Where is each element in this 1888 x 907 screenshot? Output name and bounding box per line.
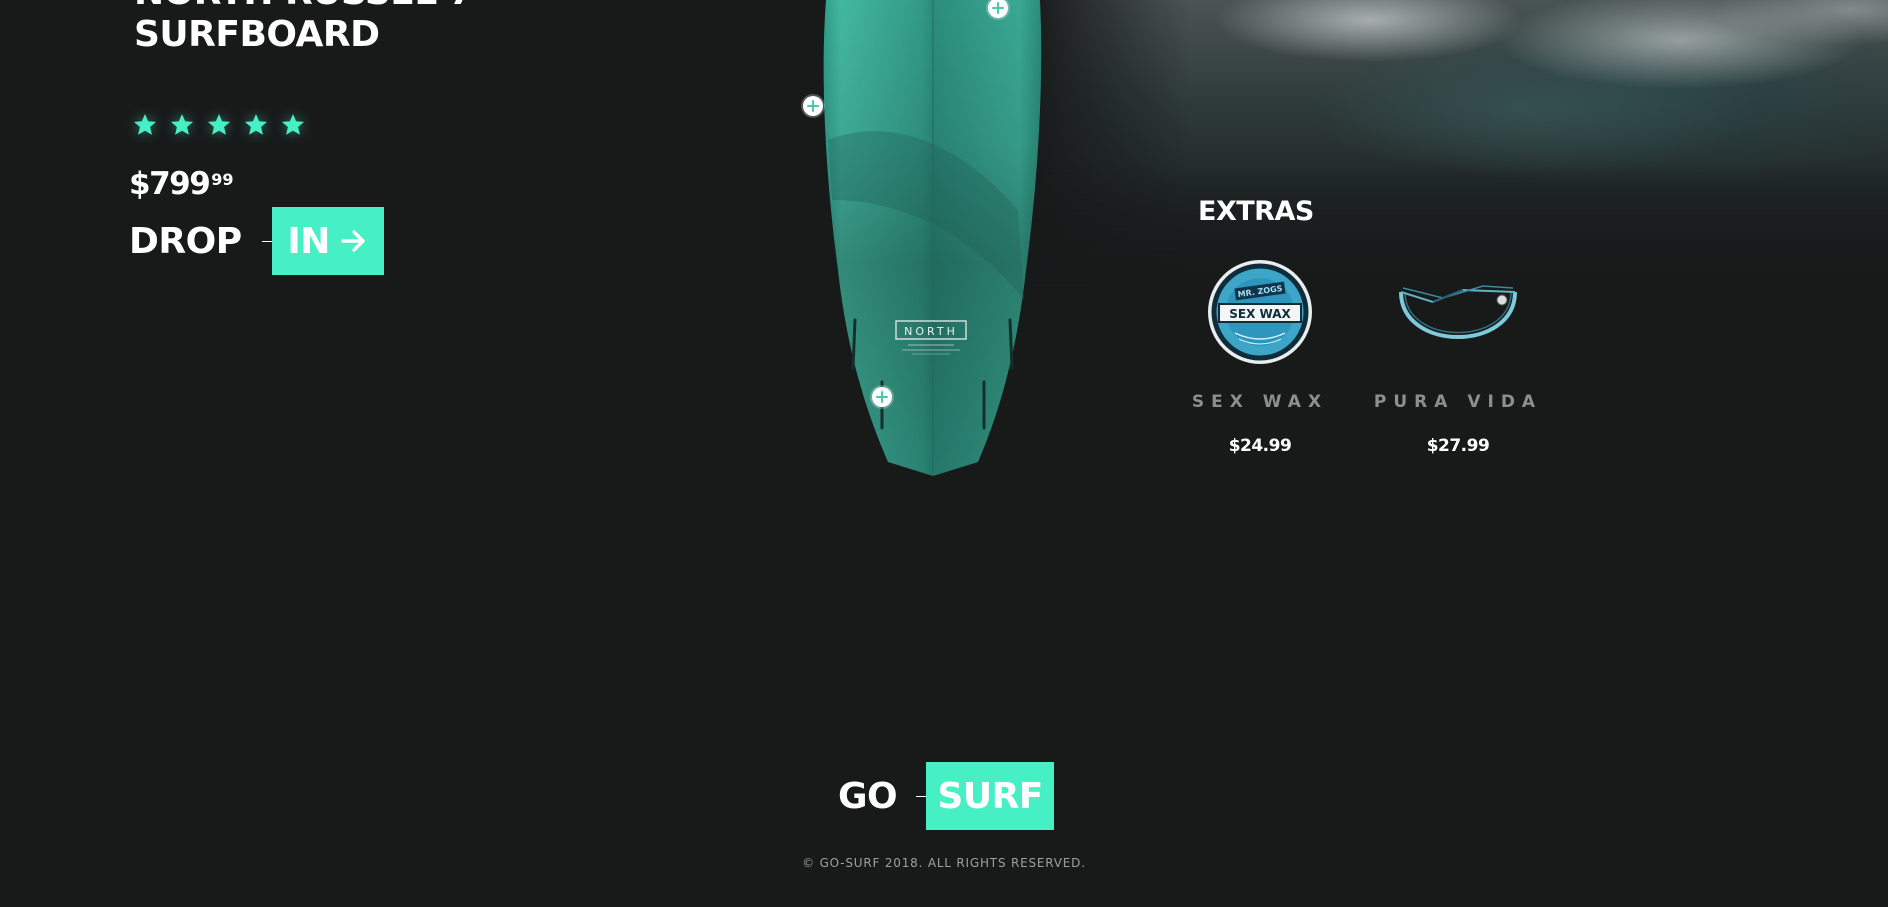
product-title-line1: NORTH RUSSEL 7' <box>134 0 484 13</box>
svg-text:NORTH: NORTH <box>904 325 958 338</box>
star-icon <box>281 113 305 135</box>
plus-icon <box>992 2 1004 14</box>
drop-in-button[interactable]: IN <box>271 207 384 275</box>
pura-vida-image <box>1358 252 1558 372</box>
extra-item-sex-wax[interactable]: SEX WAX MR. ZOGS SEX WAX $24.99 <box>1160 252 1360 456</box>
plus-icon <box>876 391 888 403</box>
product-title-line2: SURFBOARD <box>134 14 380 55</box>
star-icon <box>244 113 268 135</box>
footer-logo-box: SURF <box>926 762 1055 830</box>
extras-title: EXTRAS <box>1198 196 1314 227</box>
star-icon <box>170 113 194 135</box>
star-icon <box>133 113 157 135</box>
footer-logo-surf: SURF <box>937 775 1043 817</box>
star-icon <box>207 113 231 135</box>
footer-logo-dash <box>916 795 927 797</box>
extra-item-pura-vida[interactable]: PURA VIDA $27.99 <box>1358 252 1558 456</box>
pura-vida-bracelet <box>1399 285 1517 339</box>
copyright-text: © GO-SURF 2018. ALL RIGHTS RESERVED. <box>802 856 1086 870</box>
cta-dash <box>261 240 272 242</box>
plus-icon <box>807 100 819 112</box>
surfboard-image: NORTH <box>823 0 1042 476</box>
extra-name: PURA VIDA <box>1373 392 1543 412</box>
footer-logo[interactable]: GO SURF <box>838 762 1055 830</box>
rating-stars <box>132 112 306 138</box>
sex-wax-image: SEX WAX MR. ZOGS <box>1160 252 1360 372</box>
extra-price: $24.99 <box>1228 436 1292 456</box>
page: NORTH RUSSEL 7' SURFBOARD $799 99 DROP I… <box>0 0 1888 907</box>
product-price: $799 99 <box>129 166 234 202</box>
product-title: NORTH RUSSEL 7' SURFBOARD <box>134 0 484 56</box>
extra-price: $27.99 <box>1426 436 1490 456</box>
arrow-right-icon <box>341 230 365 252</box>
price-cents: 99 <box>211 170 234 189</box>
extra-name: SEX WAX <box>1191 392 1329 412</box>
drop-in-cta[interactable]: DROP IN <box>129 207 384 275</box>
price-main: $799 <box>129 166 211 202</box>
board-hotspot-fins[interactable] <box>872 387 892 407</box>
cta-word-drop: DROP <box>129 220 242 262</box>
footer-logo-go: GO <box>838 775 898 817</box>
sex-wax-puck: SEX WAX MR. ZOGS <box>1208 260 1312 364</box>
sex-wax-badge-main: SEX WAX <box>1229 307 1291 321</box>
board-hotspot-rail[interactable] <box>803 96 823 116</box>
cta-word-in: IN <box>287 220 330 262</box>
